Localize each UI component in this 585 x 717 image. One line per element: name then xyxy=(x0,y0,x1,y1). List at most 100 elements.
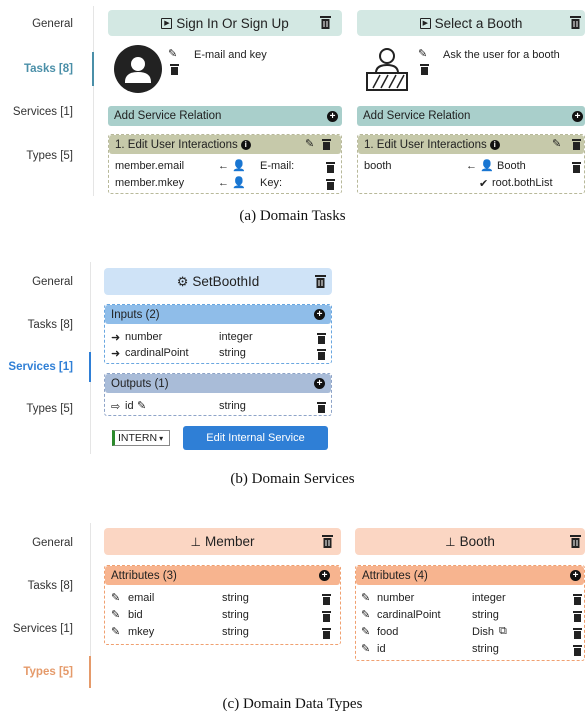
input-type: integer xyxy=(219,331,253,343)
trash-icon[interactable] xyxy=(573,611,582,622)
type-title: Booth xyxy=(459,534,495,549)
service-type-select[interactable]: INTERN ▾ xyxy=(112,430,170,446)
service-title: SetBoothId xyxy=(192,274,260,289)
edit-icon[interactable]: ✎ xyxy=(361,591,370,604)
trash-icon[interactable] xyxy=(570,535,581,548)
trash-icon[interactable] xyxy=(570,16,581,29)
pencil-icon[interactable]: ✎ xyxy=(137,399,146,412)
nav-tasks[interactable]: Tasks [8] xyxy=(0,580,73,592)
trash-icon[interactable] xyxy=(420,64,429,75)
window-icon: ▶ xyxy=(419,17,431,29)
edit-icon[interactable]: ✎ xyxy=(361,608,370,621)
arrow-icon: ← xyxy=(218,177,229,189)
plus-icon[interactable]: + xyxy=(572,111,583,122)
nav-services[interactable]: Services [1] xyxy=(0,106,73,118)
pencil-icon[interactable]: ✎ xyxy=(552,137,561,150)
task-header[interactable]: ▶ Select a Booth xyxy=(357,10,585,36)
nav-active-indicator xyxy=(89,352,91,382)
caption: (b) Domain Services xyxy=(230,471,355,487)
trash-icon[interactable] xyxy=(573,645,582,656)
attribute-name: email xyxy=(128,592,155,604)
plus-icon[interactable]: + xyxy=(314,378,325,389)
trash-icon[interactable] xyxy=(573,628,582,639)
type-header[interactable]: ⊥ Booth xyxy=(355,528,585,555)
attribute-type: string xyxy=(472,643,499,655)
add-service-relation[interactable]: Add Service Relation xyxy=(357,106,585,126)
type-title: Member xyxy=(204,534,255,549)
output-type: string xyxy=(219,400,246,412)
nav-active-indicator xyxy=(92,52,94,86)
edit-internal-service-button[interactable]: Edit Internal Service xyxy=(183,426,328,450)
nav-services[interactable]: Services [1] xyxy=(0,361,73,373)
trash-icon[interactable] xyxy=(322,594,331,605)
trash-icon[interactable] xyxy=(572,139,581,150)
attribute-type: string xyxy=(222,609,249,621)
pencil-icon[interactable]: ✎ xyxy=(418,47,427,60)
task-title: Select a Booth xyxy=(434,15,523,31)
edit-icon[interactable]: ✎ xyxy=(361,642,370,655)
trash-icon[interactable] xyxy=(170,64,179,75)
trash-icon[interactable] xyxy=(326,162,335,173)
add-service-label: Add Service Relation xyxy=(114,110,222,122)
plus-icon[interactable]: + xyxy=(319,570,330,581)
service-header[interactable]: ⚙ SetBoothId xyxy=(104,268,332,295)
outputs-label: Outputs (1) xyxy=(111,377,169,390)
nav-general[interactable]: General xyxy=(0,276,73,288)
type-header[interactable]: ⊥ Member xyxy=(104,528,341,555)
attributes-header[interactable]: Attributes (4) xyxy=(356,566,584,585)
nav-types[interactable]: Types [5] xyxy=(0,666,73,678)
copy-icon: ⧉ xyxy=(499,625,507,637)
pencil-icon[interactable]: ✎ xyxy=(305,137,314,150)
trash-icon[interactable] xyxy=(317,333,326,344)
nav-general[interactable]: General xyxy=(0,18,73,30)
avatar xyxy=(114,45,162,93)
nav-types[interactable]: Types [5] xyxy=(0,403,73,415)
attribute-type: string xyxy=(222,592,249,604)
interaction-header[interactable]: 1. Edit User Interactions i xyxy=(358,135,584,154)
edit-icon[interactable]: ✎ xyxy=(361,625,370,638)
nav-tasks[interactable]: Tasks [8] xyxy=(0,63,73,75)
trash-icon[interactable] xyxy=(315,275,326,288)
plus-icon[interactable]: + xyxy=(570,570,581,581)
edit-icon[interactable]: ✎ xyxy=(111,625,120,638)
table-row-right: Key: xyxy=(260,177,283,189)
table-row-left: member.mkey xyxy=(115,177,185,189)
nav-services[interactable]: Services [1] xyxy=(0,623,73,635)
trash-icon[interactable] xyxy=(573,594,582,605)
trash-icon[interactable] xyxy=(326,179,335,190)
add-service-relation[interactable]: Add Service Relation xyxy=(108,106,342,126)
input-name: cardinalPoint xyxy=(125,347,189,359)
nav-tasks[interactable]: Tasks [8] xyxy=(0,319,73,331)
trash-icon[interactable] xyxy=(317,402,326,413)
inputs-header[interactable]: Inputs (2) xyxy=(105,305,331,324)
trash-icon[interactable] xyxy=(322,628,331,639)
trash-icon[interactable] xyxy=(322,535,333,548)
trash-icon[interactable] xyxy=(322,611,331,622)
attributes-header[interactable]: Attributes (3) xyxy=(105,566,340,585)
edit-icon[interactable]: ✎ xyxy=(111,591,120,604)
chevron-down-icon: ▾ xyxy=(159,433,164,443)
sitemap-icon: ⊥ xyxy=(445,534,456,549)
outputs-header[interactable]: Outputs (1) xyxy=(105,374,331,393)
sitemap-icon: ⊥ xyxy=(190,534,201,549)
plus-icon[interactable]: + xyxy=(314,309,325,320)
attribute-name: mkey xyxy=(128,626,155,638)
task-header[interactable]: ▶ Sign In Or Sign Up xyxy=(108,10,342,36)
trash-icon[interactable] xyxy=(320,16,331,29)
cogs-icon: ⚙ xyxy=(176,273,189,289)
nav-general[interactable]: General xyxy=(0,537,73,549)
trash-icon[interactable] xyxy=(322,139,331,150)
edit-icon[interactable]: ✎ xyxy=(111,608,120,621)
table-row-left: member.email xyxy=(115,160,185,172)
trash-icon[interactable] xyxy=(317,349,326,360)
trash-icon[interactable] xyxy=(572,162,581,173)
user-edit-icon: 👤 xyxy=(480,160,494,172)
pencil-icon[interactable]: ✎ xyxy=(168,47,177,60)
output-name: id xyxy=(125,400,134,412)
user-edit-icon: 👤 xyxy=(232,160,246,172)
window-icon: ▶ xyxy=(161,17,173,29)
nav-types[interactable]: Types [5] xyxy=(0,150,73,162)
attribute-type: string xyxy=(222,626,249,638)
info-icon: i xyxy=(240,139,251,150)
plus-icon[interactable]: + xyxy=(327,111,338,122)
